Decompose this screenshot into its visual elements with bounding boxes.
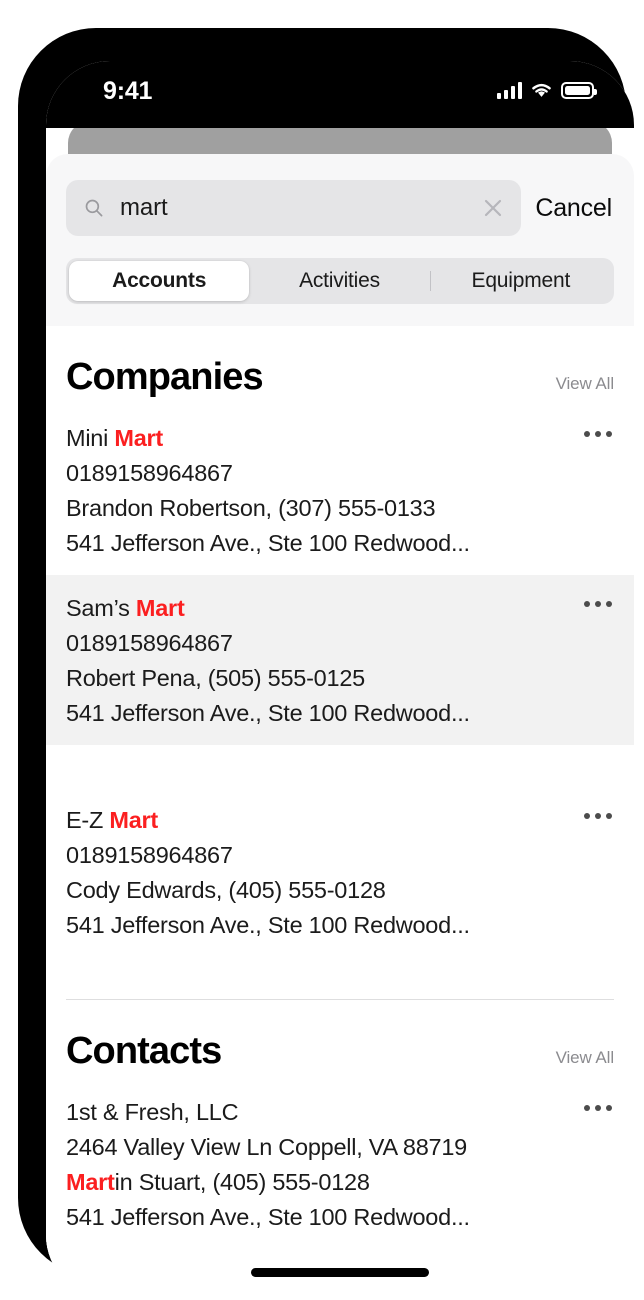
segmented-control: Accounts Activities Equipment [66,258,614,304]
page-title-contacts: Contacts [66,1030,222,1072]
search-input-value: mart [120,194,168,221]
section-header-contacts: Contacts View All [46,1000,634,1079]
more-options-icon[interactable] [580,595,616,613]
battery-icon [561,81,597,99]
company-address: 541 Jefferson Ave., Ste 100 Redwood... [66,530,470,556]
company-account-number: 0189158964867 [66,460,233,486]
company-name-prefix: Sam’s [66,595,136,621]
cellular-signal-icon [496,81,522,99]
view-all-contacts-link[interactable]: View All [556,1048,615,1068]
company-contact-line: Cody Edwards, (405) 555-0128 [66,877,386,903]
search-input[interactable]: mart [66,180,522,236]
company-result-row[interactable]: Mini Mart 0189158964867 Brandon Robertso… [46,405,634,575]
company-account-number: 0189158964867 [66,842,233,868]
phone-device-frame: 9:41 mart Cancel Accounts Activities Equ… [18,28,634,1299]
section-header-companies: Companies View All [46,326,634,405]
device-notch [233,61,447,94]
contact-person-rest: in Stuart, (405) 555-0128 [114,1169,370,1195]
contact-result-row[interactable]: 1st & Fresh, LLC 2464 Valley View Ln Cop… [46,1079,634,1249]
company-name-highlight: Mart [135,595,185,621]
phone-screen: 9:41 mart Cancel Accounts Activities Equ… [46,61,634,1299]
company-name: Sam’s Mart [66,591,614,626]
contact-person-highlight: Mart [66,1169,115,1195]
status-bar-time: 9:41 [103,77,153,105]
company-result-row[interactable]: E-Z Mart 0189158964867 Cody Edwards, (40… [46,787,634,957]
company-name-highlight: Mart [109,807,159,833]
search-row: mart Cancel [66,180,614,236]
more-options-icon[interactable] [580,1099,616,1117]
home-indicator[interactable] [251,1268,429,1277]
company-name-prefix: Mini [66,425,115,451]
search-sheet: mart Cancel Accounts Activities Equipmen… [46,154,634,1299]
tab-activities[interactable]: Activities [249,261,429,301]
company-account-number: 0189158964867 [66,630,233,656]
tab-equipment[interactable]: Equipment [431,261,611,301]
company-name-prefix: E-Z [66,807,110,833]
page-title-companies: Companies [66,356,264,398]
tab-accounts[interactable]: Accounts [69,261,250,301]
contact-company: 1st & Fresh, LLC [66,1099,239,1125]
clear-icon[interactable] [481,196,505,220]
search-icon [85,199,103,217]
company-contact-line: Robert Pena, (505) 555-0125 [66,665,365,691]
more-options-icon[interactable] [580,807,616,825]
wifi-icon [532,83,551,97]
company-name-highlight: Mart [114,425,163,451]
contact-person: Martin Stuart, (405) 555-0128 [66,1165,614,1200]
company-address: 541 Jefferson Ave., Ste 100 Redwood... [66,700,470,726]
view-all-companies-link[interactable]: View All [556,374,615,394]
more-options-icon[interactable] [580,425,616,443]
search-results: Companies View All Mini Mart 01891589648… [46,326,634,1249]
status-bar-indicators [496,81,597,99]
company-name: Mini Mart [66,421,614,456]
company-name: E-Z Mart [66,803,614,838]
company-result-row[interactable]: Sam’s Mart 0189158964867 Robert Pena, (5… [46,575,634,745]
cancel-button[interactable]: Cancel [535,194,614,223]
company-address: 541 Jefferson Ave., Ste 100 Redwood... [66,912,470,938]
row-spacer [46,745,634,787]
contact-address: 541 Jefferson Ave., Ste 100 Redwood... [66,1204,470,1230]
search-header: mart Cancel Accounts Activities Equipmen… [46,154,634,326]
company-contact-line: Brandon Robertson, (307) 555-0133 [66,495,436,521]
contact-street: 2464 Valley View Ln Coppell, VA 88719 [66,1134,467,1160]
